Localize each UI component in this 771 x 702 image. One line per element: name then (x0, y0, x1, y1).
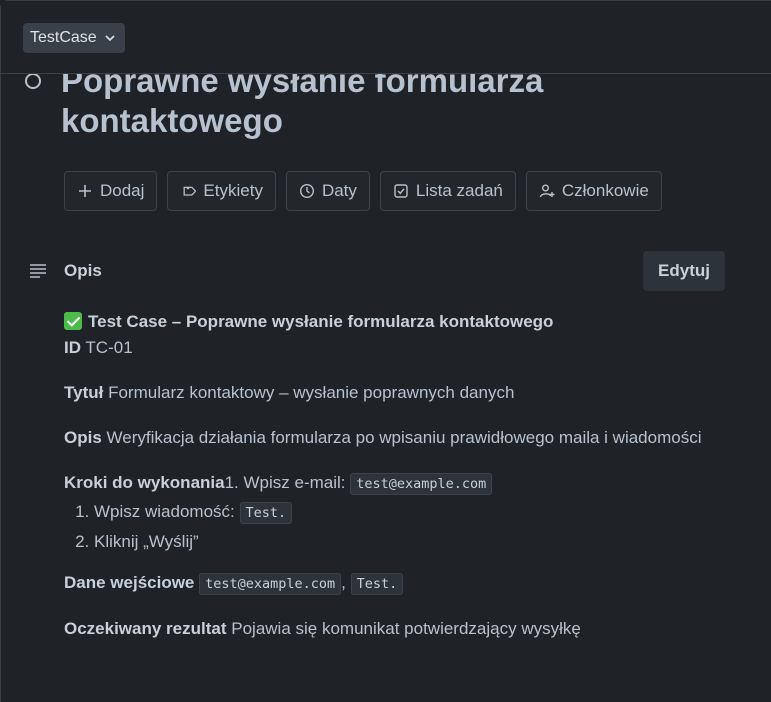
result-label: Oczekiwany rezultat (64, 619, 227, 638)
description-label: Opis (64, 261, 102, 280)
card-header-bar: TestCase (1, 1, 771, 74)
checklist-icon (394, 184, 408, 198)
id-value: TC-01 (85, 338, 133, 357)
step-code: Test. (239, 502, 293, 524)
member-icon (539, 184, 555, 198)
step-1-code: test@example.com (350, 473, 493, 495)
id-label: ID (64, 338, 81, 357)
list-selector[interactable]: TestCase (23, 23, 125, 53)
list-item: Kliknij „Wyślij” (94, 529, 744, 555)
input-label: Dane wejściowe (64, 573, 195, 592)
title-line: Tytuł Formularz kontaktowy – wysłanie po… (64, 380, 744, 406)
dates-button[interactable]: Daty (285, 171, 370, 211)
description-title: Opis (28, 261, 102, 281)
title-label: Tytuł (64, 383, 104, 402)
input-separator: , (341, 573, 346, 592)
card-actions: Dodaj Etykiety Daty Lista zadań Członkow… (64, 171, 662, 211)
input-data-line: Dane wejściowe test@example.com, Test. (64, 570, 744, 597)
steps-list: Wpisz wiadomość: Test. Kliknij „Wyślij” (64, 499, 744, 555)
checklist-button[interactable]: Lista zadań (379, 171, 516, 211)
members-button-label: Członkowie (561, 181, 649, 200)
description-line: Opis Weryfikacja działania formularza po… (64, 425, 744, 451)
desc-label: Opis (64, 428, 102, 447)
steps-section: Kroki do wykonania1. Wpisz e-mail: test@… (64, 470, 744, 555)
list-name: TestCase (30, 29, 97, 46)
step-text: Kliknij „Wyślij” (94, 532, 199, 551)
edit-description-button[interactable]: Edytuj (643, 251, 725, 291)
input-code-email: test@example.com (199, 573, 342, 595)
add-button[interactable]: Dodaj (64, 171, 158, 211)
test-case-heading: Test Case – Poprawne wysłanie formularza… (64, 309, 744, 361)
input-code-message: Test. (350, 573, 404, 595)
expected-result-line: Oczekiwany rezultat Pojawia się komunika… (64, 616, 744, 642)
plus-icon (79, 185, 91, 197)
complete-toggle[interactable] (25, 73, 41, 89)
description-content[interactable]: Test Case – Poprawne wysłanie formularza… (64, 309, 744, 661)
result-value: Pojawia się komunikat potwierdzający wys… (231, 619, 581, 638)
members-button[interactable]: Członkowie (525, 171, 662, 211)
chevron-down-icon (105, 35, 115, 42)
step-1-text: 1. Wpisz e-mail: (224, 473, 346, 492)
title-value: Formularz kontaktowy – wysłanie poprawny… (108, 383, 515, 402)
labels-button-label: Etykiety (203, 181, 263, 200)
dates-button-label: Daty (321, 181, 357, 200)
add-button-label: Dodaj (100, 181, 145, 200)
checklist-button-label: Lista zadań (415, 181, 503, 200)
step-text: Wpisz wiadomość: (94, 502, 235, 521)
clock-icon (299, 183, 314, 199)
tag-icon (183, 186, 197, 196)
description-lines-icon (30, 264, 46, 278)
check-mark-icon (64, 312, 82, 330)
card-modal: TestCase Poprawne wysłanie formularza ko… (0, 0, 771, 702)
desc-value: Weryfikacja działania formularza po wpis… (106, 428, 702, 447)
heading-text: Test Case – Poprawne wysłanie formularza… (88, 312, 554, 331)
steps-label: Kroki do wykonania (64, 473, 225, 492)
description-header: Opis Edytuj (28, 251, 725, 291)
list-item: Wpisz wiadomość: Test. (94, 499, 744, 526)
labels-button[interactable]: Etykiety (167, 171, 276, 211)
